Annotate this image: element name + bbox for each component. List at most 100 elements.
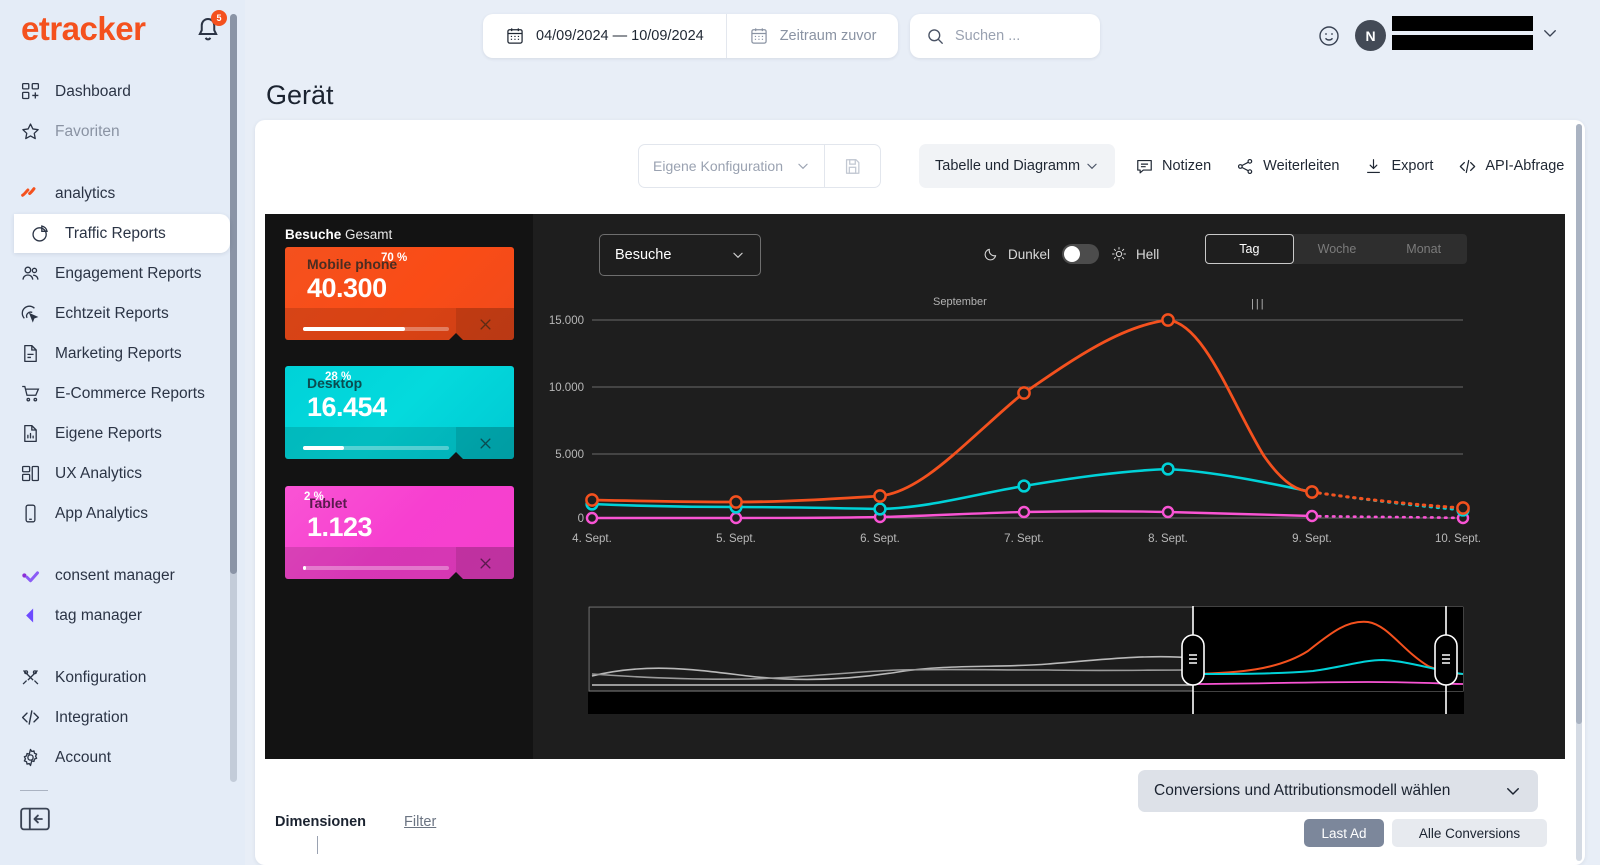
chart-navigator[interactable] (588, 606, 1464, 714)
conversion-attribution-select[interactable]: Conversions und Attributionsmodell wähle… (1138, 770, 1538, 812)
granularity-monat[interactable]: Monat (1380, 234, 1467, 264)
analytics-logo-icon (20, 183, 41, 204)
metric-value: 1.123 (307, 512, 372, 543)
pill-last-ad[interactable]: Last Ad (1304, 819, 1384, 847)
pill-alle-conversions[interactable]: Alle Conversions (1392, 819, 1547, 847)
granularity-woche[interactable]: Woche (1294, 234, 1381, 264)
sidebar-item-engagement-reports[interactable]: Engagement Reports (0, 254, 232, 293)
sidebar: etracker 5 Dashboard Favoriten (0, 0, 245, 865)
view-mode-select[interactable]: Tabelle und Diagramm (919, 144, 1115, 188)
save-configuration-button[interactable] (824, 145, 880, 187)
sidebar-item-integration[interactable]: Integration (0, 698, 232, 737)
tools-icon (20, 667, 41, 688)
previous-period-button[interactable]: Zeitraum zuvor (726, 14, 899, 58)
own-configuration-select[interactable]: Eigene Konfiguration (639, 145, 824, 187)
metric-progress-bar (303, 446, 449, 450)
gear-icon (20, 747, 41, 768)
metric-percent: 28 % (325, 371, 351, 383)
tab-filter[interactable]: Filter (404, 814, 436, 830)
api-abfrage-button[interactable]: API-Abfrage (1458, 157, 1564, 176)
sidebar-item-analytics[interactable]: analytics (0, 174, 232, 213)
sidebar-item-label: consent manager (55, 568, 175, 584)
metric-remove-button[interactable] (456, 308, 514, 340)
sidebar-item-marketing-reports[interactable]: Marketing Reports (0, 334, 232, 373)
chevron-down-icon (1085, 159, 1099, 173)
brand-logo[interactable]: etracker (21, 10, 145, 48)
metrics-panel-title: Besuche Gesamt (285, 227, 392, 242)
sidebar-item-dashboard[interactable]: Dashboard (0, 72, 232, 111)
calendar-icon (749, 26, 769, 46)
sidebar-item-label: Account (55, 750, 111, 766)
sidebar-item-account[interactable]: Account (0, 738, 232, 777)
sidebar-header: etracker 5 (0, 0, 245, 72)
y-tick-label: 0 (578, 513, 584, 525)
action-label: Weiterleiten (1263, 158, 1339, 174)
sidebar-item-traffic-reports[interactable]: Traffic Reports (14, 214, 230, 253)
sidebar-item-app-analytics[interactable]: App Analytics (0, 494, 232, 533)
calendar-icon (505, 26, 525, 46)
report-chart-icon (20, 423, 41, 444)
topbar: 04/09/2024 — 10/09/2024 Zeitraum zuvor N (245, 0, 1600, 72)
sidebar-item-konfiguration[interactable]: Konfiguration (0, 658, 232, 697)
mobile-icon (20, 503, 41, 524)
granularity-tag[interactable]: Tag (1205, 234, 1294, 264)
sidebar-item-label: Traffic Reports (65, 226, 166, 242)
avatar[interactable]: N (1355, 20, 1386, 51)
action-label: API-Abfrage (1485, 158, 1564, 174)
metric-value: 40.300 (307, 273, 387, 304)
feedback-button[interactable] (1317, 24, 1341, 48)
x-tick-label: 5. Sept. (716, 533, 756, 545)
tab-dimensionen[interactable]: Dimensionen (275, 814, 366, 830)
metric-card-desktop[interactable]: Desktop 16.454 28 % (285, 366, 514, 459)
metric-card-tablet[interactable]: Tablet 1.123 2 % (285, 486, 514, 579)
text-cursor (317, 836, 318, 854)
metric-remove-button[interactable] (456, 427, 514, 459)
collapse-sidebar-button[interactable] (20, 806, 50, 832)
previous-period-label: Zeitraum zuvor (780, 28, 877, 44)
consent-manager-icon (20, 565, 41, 586)
card-scrollbar[interactable] (1576, 124, 1582, 861)
conversion-attribution-label: Conversions und Attributionsmodell wähle… (1154, 782, 1450, 800)
share-icon (1236, 157, 1255, 176)
sidebar-item-ecommerce-reports[interactable]: E-Commerce Reports (0, 374, 232, 413)
line-chart[interactable]: 15.000 10.000 5.000 0 (533, 296, 1565, 576)
sidebar-item-label: analytics (55, 186, 115, 202)
sidebar-item-ux-analytics[interactable]: UX Analytics (0, 454, 232, 493)
sidebar-item-favoriten[interactable]: Favoriten (0, 112, 232, 151)
sidebar-item-label: Engagement Reports (55, 266, 201, 282)
search-box[interactable] (910, 14, 1100, 58)
report-card: Eigene Konfiguration Tabelle und Diagram… (255, 120, 1585, 865)
metric-select[interactable]: Besuche (599, 234, 761, 276)
export-button[interactable]: Export (1364, 157, 1433, 176)
notifications-button[interactable]: 5 (193, 14, 223, 44)
sidebar-item-label: tag manager (55, 608, 142, 624)
notizen-button[interactable]: Notizen (1135, 157, 1211, 176)
sidebar-item-label: Echtzeit Reports (55, 306, 169, 322)
chart-panel: Besuche Gesamt Mobile phone 40.300 70 % … (265, 214, 1565, 759)
collapse-panel-icon (20, 806, 50, 832)
sidebar-item-tag-manager[interactable]: tag manager (0, 596, 232, 635)
metric-remove-button[interactable] (456, 547, 514, 579)
account-detail-redacted (1392, 35, 1533, 50)
moon-icon (983, 246, 999, 262)
metric-card-mobile-phone[interactable]: Mobile phone 40.300 70 % (285, 247, 514, 340)
weiterleiten-button[interactable]: Weiterleiten (1236, 157, 1339, 176)
x-tick-label: 8. Sept. (1148, 533, 1188, 545)
account-menu-button[interactable] (1541, 24, 1559, 42)
sidebar-divider (20, 790, 48, 791)
sidebar-item-consent-manager[interactable]: consent manager (0, 556, 232, 595)
theme-toggle[interactable] (1062, 244, 1099, 264)
sun-icon (1111, 246, 1127, 262)
series-tablet (587, 507, 1468, 523)
document-icon (20, 343, 41, 364)
date-controls: 04/09/2024 — 10/09/2024 Zeitraum zuvor (483, 14, 898, 58)
footer-tabs: Dimensionen Filter (275, 814, 436, 830)
cart-icon (20, 383, 41, 404)
sidebar-item-echtzeit-reports[interactable]: Echtzeit Reports (0, 294, 232, 333)
sidebar-item-eigene-reports[interactable]: Eigene Reports (0, 414, 232, 453)
close-icon (478, 556, 493, 571)
metric-progress-bar (303, 327, 449, 331)
metric-select-label: Besuche (615, 247, 671, 263)
date-range-button[interactable]: 04/09/2024 — 10/09/2024 (483, 14, 726, 58)
search-input[interactable] (955, 28, 1085, 44)
